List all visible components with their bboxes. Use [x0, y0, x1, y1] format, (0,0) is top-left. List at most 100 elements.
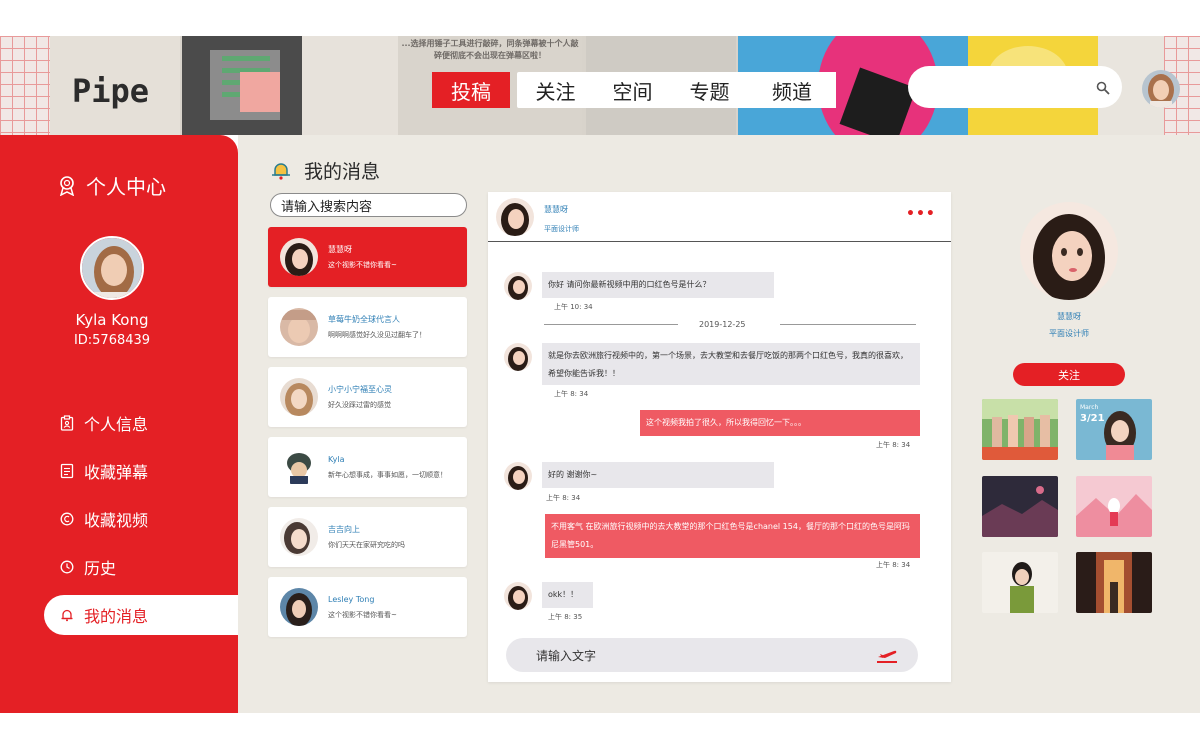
send-plane-icon[interactable] — [876, 648, 898, 664]
main-content: 我的消息 请输入搜索内容 慧慧呀 这个视影不错你看看~ 草莓牛奶全球代言人 啊啊… — [238, 135, 1200, 713]
conversation-list: 慧慧呀 这个视影不错你看看~ 草莓牛奶全球代言人 啊啊啊感觉好久没见过翻车了！ … — [268, 227, 467, 647]
video-thumbnail[interactable] — [982, 476, 1058, 537]
video-thumbnail[interactable] — [982, 399, 1058, 460]
message-timestamp: 上午 8: 34 — [546, 494, 581, 502]
nav-tab-channels[interactable]: 频道 — [748, 72, 836, 108]
search-icon[interactable] — [1096, 81, 1110, 95]
divider — [780, 324, 916, 325]
sidebar-menu: 个人信息 收藏弹幕 收藏视频 历史 我的消息 — [0, 399, 244, 635]
video-thumbnail[interactable] — [1076, 552, 1152, 613]
conversation-name: 草莓牛奶全球代言人 — [328, 314, 400, 324]
sidebar-item-history[interactable]: 历史 — [0, 543, 238, 591]
conversation-name: Lesley Tong — [328, 594, 375, 604]
message-search-input[interactable]: 请输入搜索内容 — [270, 193, 467, 217]
header-user-avatar[interactable] — [1142, 70, 1180, 108]
message-bubble: 就是你去欧洲旅行视频中的，第一个场景，去大教堂和去餐厅吃饭的那两个口红色号，我真… — [542, 343, 920, 385]
sidebar-item-saved-danmaku[interactable]: 收藏弹幕 — [0, 447, 238, 495]
conversation-item[interactable]: 吉吉向上 你们天天在家研究吃的吗 — [268, 507, 467, 567]
follow-button[interactable]: 关注 — [1013, 363, 1125, 386]
conversation-name: Kyla — [328, 454, 345, 464]
conversation-name: 吉吉向上 — [328, 524, 360, 534]
avatar — [280, 518, 318, 556]
conversation-item[interactable]: Kyla 新年心想事成，事事如愿，一切顺意！ — [268, 437, 467, 497]
conversation-text: 小宁小宁福至心灵 好久没踩过雷的感觉 — [328, 384, 392, 411]
avatar — [280, 378, 318, 416]
message-timestamp: 上午 8: 34 — [554, 390, 589, 398]
sidebar-user-name: Kyla Kong — [75, 311, 149, 329]
conversation-name: 小宁小宁福至心灵 — [328, 384, 392, 394]
message-bubble: 你好 请问你最新视频中用的口红色号是什么？ — [542, 272, 774, 298]
sidebar-item-label: 历史 — [84, 559, 117, 578]
sidebar-item-label: 收藏视频 — [84, 511, 149, 530]
conversation-item[interactable]: 慧慧呀 这个视影不错你看看~ — [268, 227, 467, 287]
conversation-text: 慧慧呀 这个视影不错你看看~ — [328, 244, 397, 271]
nav-tab-follow[interactable]: 关注 — [517, 72, 594, 108]
conversation-preview: 这个视影不错你看看~ — [328, 260, 397, 269]
avatar — [280, 238, 318, 276]
conversation-text: 吉吉向上 你们天天在家研究吃的吗 — [328, 524, 405, 551]
sidebar-title-label: 个人中心 — [86, 175, 166, 199]
nav-tab-submit[interactable]: 投稿 — [432, 72, 510, 108]
conversation-item[interactable]: Lesley Tong 这个视影不错你看看~ — [268, 577, 467, 637]
message-timestamp: 上午 8: 34 — [876, 561, 911, 569]
header-banner-panel — [182, 36, 302, 135]
banner-tagline: ...选择用锤子工具进行敲碎，同条弹幕被十个人敲碎便彻底不会出现在弹幕区啦！ — [401, 39, 579, 60]
more-options-icon[interactable]: ••• — [906, 206, 936, 222]
sidebar-title: 个人中心 — [58, 171, 166, 200]
conversation-name: 慧慧呀 — [328, 244, 352, 254]
conversation-preview: 啊啊啊感觉好久没见过翻车了！ — [328, 330, 426, 339]
conversation-item[interactable]: 小宁小宁福至心灵 好久没踩过雷的感觉 — [268, 367, 467, 427]
sidebar-user-avatar[interactable] — [80, 236, 144, 300]
conversation-preview: 这个视影不错你看看~ — [328, 610, 397, 619]
page-footer-strip — [0, 713, 1200, 749]
video-thumbnail[interactable] — [982, 552, 1058, 613]
message-bubble: okk！！ — [542, 582, 593, 608]
video-thumbnail[interactable]: March 3/21 — [1076, 399, 1152, 460]
pipe-logo[interactable]: Pipe — [72, 72, 149, 110]
conversation-item[interactable]: 草莓牛奶全球代言人 啊啊啊感觉好久没见过翻车了！ — [268, 297, 467, 357]
top-nav: 投稿 关注 空间 专题 频道 — [432, 72, 836, 108]
avatar — [504, 343, 532, 371]
message-bubble: 好的 谢谢你~ — [542, 462, 774, 488]
header-search-input[interactable] — [908, 66, 1122, 108]
contact-profile-avatar[interactable] — [1020, 202, 1118, 300]
thumbnail-date: 3/21 — [1080, 413, 1105, 424]
conversation-text: 草莓牛奶全球代言人 啊啊啊感觉好久没见过翻车了！ — [328, 314, 426, 341]
nav-tab-space[interactable]: 空间 — [594, 72, 671, 108]
message-timestamp: 上午 8: 35 — [548, 613, 583, 621]
divider — [544, 324, 678, 325]
clock-icon — [60, 560, 74, 574]
message-timestamp: 上午 8: 34 — [876, 441, 911, 449]
clipboard-icon — [60, 415, 74, 431]
avatar — [280, 588, 318, 626]
sidebar-item-messages[interactable]: 我的消息 — [44, 595, 244, 635]
message-bubble: 这个视频我拍了很久，所以我得回忆一下。。。 — [640, 410, 920, 436]
message-timestamp: 上午 10: 34 — [554, 303, 593, 311]
message-bubble: 不用客气 在欧洲旅行视频中的去大教堂的那个口红色号是chanel 154，餐厅的… — [545, 514, 920, 558]
avatar — [504, 272, 532, 300]
conversation-preview: 新年心想事成，事事如愿，一切顺意！ — [328, 470, 447, 479]
top-header: ...选择用锤子工具进行敲碎，同条弹幕被十个人敲碎便彻底不会出现在弹幕区啦！ P… — [0, 36, 1200, 135]
sidebar-item-label: 个人信息 — [84, 415, 149, 434]
sidebar-item-saved-videos[interactable]: 收藏视频 — [0, 495, 238, 543]
conversation-preview: 你们天天在家研究吃的吗 — [328, 540, 405, 549]
sidebar-user-id: ID:5768439 — [73, 333, 151, 348]
sidebar-item-label: 收藏弹幕 — [84, 463, 149, 482]
nav-tab-topics[interactable]: 专题 — [671, 72, 748, 108]
video-thumbnail[interactable] — [1076, 476, 1152, 537]
sidebar-item-label: 我的消息 — [84, 607, 149, 626]
chat-message-input[interactable]: 请输入文字 — [506, 638, 918, 672]
conversation-preview: 好久没踩过雷的感觉 — [328, 400, 391, 409]
conversation-text: Kyla 新年心想事成，事事如愿，一切顺意！ — [328, 454, 447, 481]
date-divider: 2019-12-25 — [699, 320, 746, 329]
sidebar-item-profile[interactable]: 个人信息 — [0, 399, 238, 447]
avatar — [280, 448, 318, 486]
page-title-label: 我的消息 — [304, 161, 381, 183]
chat-contact-name: 慧慧呀 — [544, 205, 568, 214]
avatar — [280, 308, 318, 346]
avatar — [504, 582, 532, 610]
avatar[interactable] — [496, 198, 534, 236]
bell-icon — [61, 609, 73, 622]
page-title: 我的消息 — [270, 157, 380, 184]
medal-icon — [59, 175, 75, 196]
